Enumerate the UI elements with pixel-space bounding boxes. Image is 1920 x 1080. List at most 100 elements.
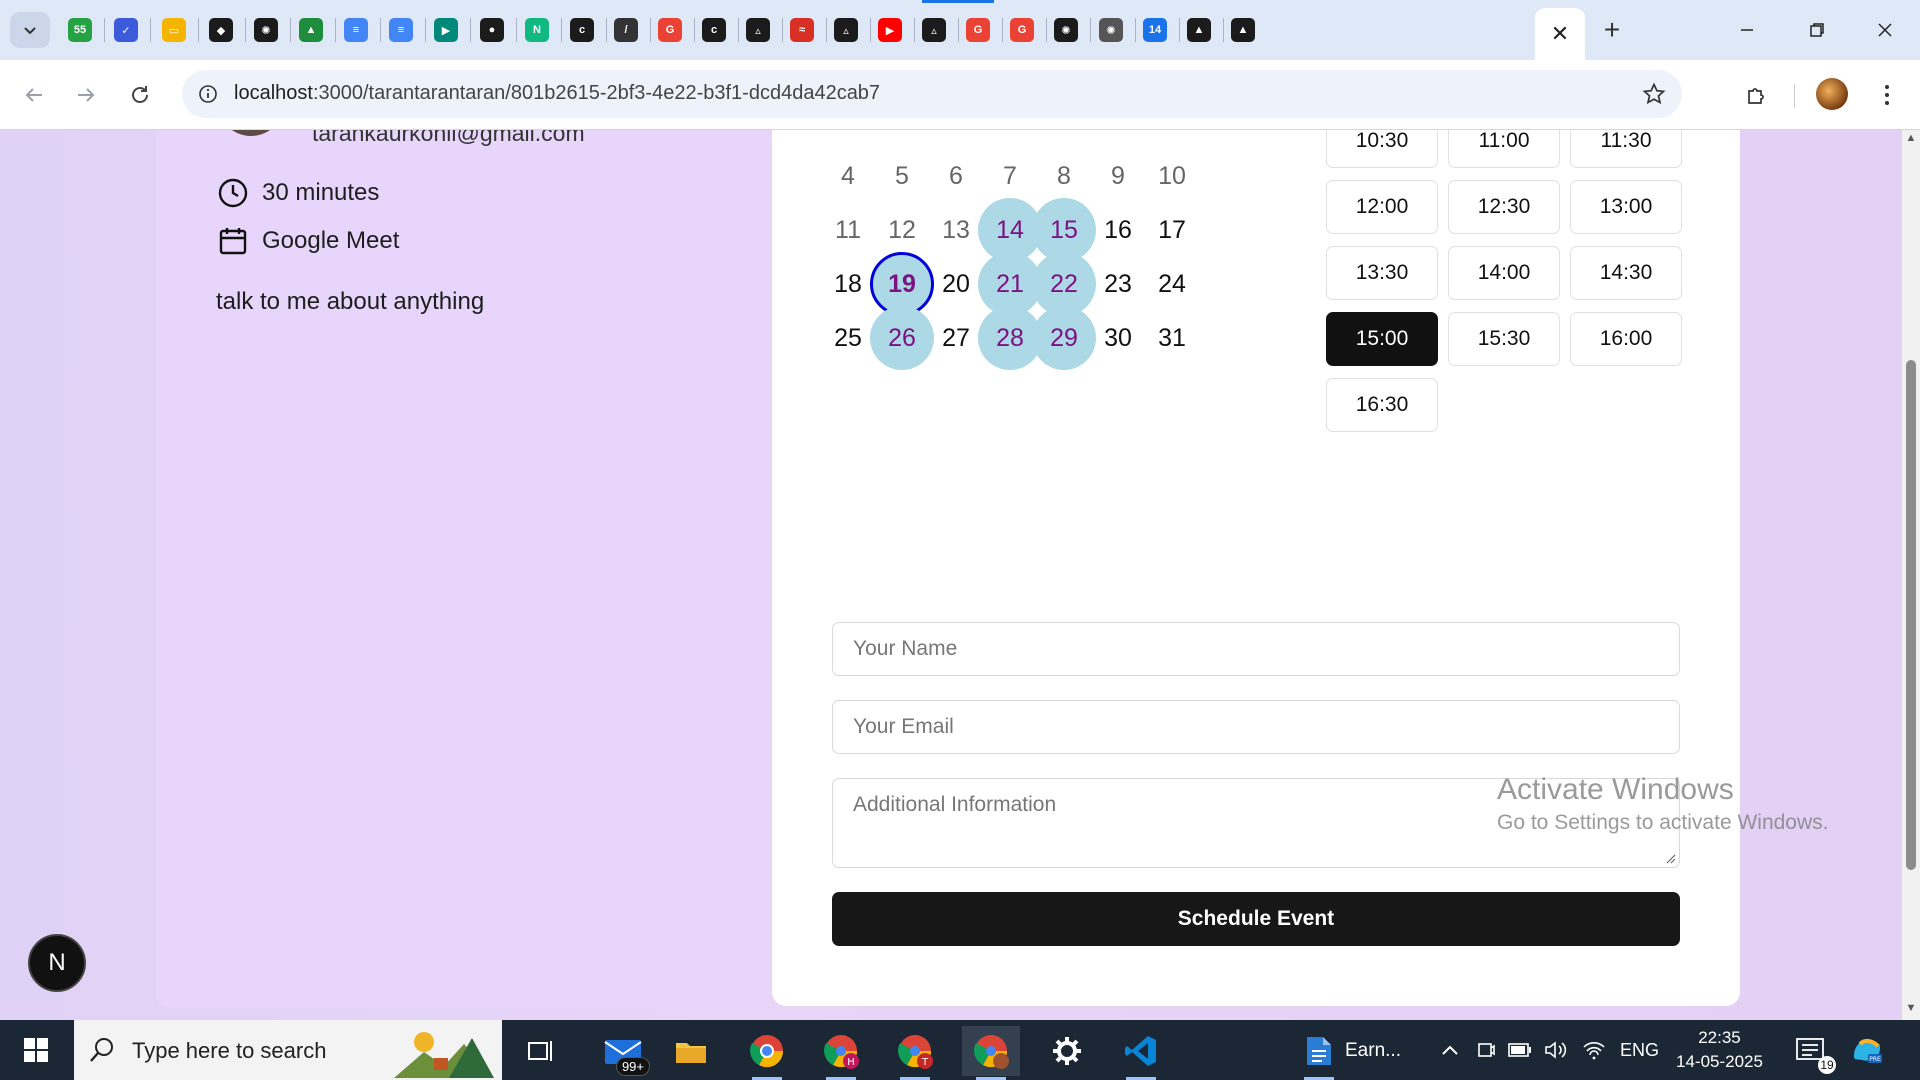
google-icon-3[interactable]: G — [1006, 14, 1038, 46]
triangle-icon-2[interactable]: ▲ — [1227, 14, 1259, 46]
calendar-icon[interactable]: 14 — [1139, 14, 1171, 46]
time-slot-1430[interactable]: 14:30 — [1570, 246, 1682, 300]
openai-icon[interactable]: ✺ — [250, 14, 282, 46]
pen-icon[interactable]: / — [610, 14, 642, 46]
url-host: localhost — [234, 82, 313, 104]
copilot-icon[interactable]: PRE — [1850, 1034, 1884, 1066]
triangle-icon[interactable]: ▲ — [1183, 14, 1215, 46]
site-info-icon[interactable] — [196, 82, 220, 106]
browser-menu-button[interactable] — [1872, 78, 1902, 112]
google-icon-2[interactable]: G — [962, 14, 994, 46]
tab-separator — [782, 18, 783, 42]
reload-button[interactable] — [120, 75, 160, 115]
back-button[interactable] — [14, 75, 54, 115]
tab-search-button[interactable] — [10, 12, 50, 48]
scroll-thumb[interactable] — [1906, 360, 1916, 870]
meet-now-icon[interactable] — [1474, 1038, 1498, 1062]
n8n-icon[interactable]: N — [521, 14, 553, 46]
input-language[interactable]: ENG — [1620, 1040, 1659, 1061]
wave-icon[interactable]: ≈ — [786, 14, 818, 46]
taskbar-vscode[interactable] — [1112, 1026, 1170, 1080]
system-clock[interactable]: 22:35 14-05-2025 — [1676, 1026, 1763, 1074]
page-viewport: tarankaurkohli@gmail.com 30 minutes Goog… — [0, 130, 1902, 1020]
start-button[interactable] — [0, 1020, 72, 1080]
restore-button[interactable] — [1790, 8, 1844, 52]
vercel-icon[interactable]: ▵ — [742, 14, 774, 46]
taskbar-search[interactable]: Type here to search — [74, 1020, 502, 1080]
time-slot-1100[interactable]: 11:00 — [1448, 130, 1560, 168]
time-slot-1030[interactable]: 10:30 — [1326, 130, 1438, 168]
close-tab-icon[interactable]: ✕ — [1551, 21, 1569, 47]
cal-icon[interactable]: c — [566, 14, 598, 46]
google-meet-icon[interactable]: ▶ — [430, 14, 462, 46]
time-slot-1130[interactable]: 11:30 — [1570, 130, 1682, 168]
extension-icon[interactable]: ✓ — [110, 14, 142, 46]
taskbar-file-explorer[interactable] — [662, 1026, 720, 1076]
tab-separator — [870, 18, 871, 42]
time-slot-1200[interactable]: 12:00 — [1326, 180, 1438, 234]
time-slot-1400[interactable]: 14:00 — [1448, 246, 1560, 300]
chatgpt-icon[interactable]: ✺ — [1095, 14, 1127, 46]
search-highlight-art-icon — [394, 1032, 494, 1078]
github-icon[interactable]: ● — [476, 14, 508, 46]
task-view-button[interactable] — [512, 1026, 570, 1076]
profile-avatar[interactable] — [1816, 78, 1848, 110]
active-tab[interactable]: ✕ — [1535, 8, 1585, 60]
google-icon[interactable]: G — [654, 14, 686, 46]
scroll-down-arrow-icon[interactable]: ▼ — [1905, 1002, 1917, 1014]
schedule-event-button[interactable]: Schedule Event — [832, 892, 1680, 946]
volume-icon[interactable] — [1544, 1038, 1568, 1062]
time-slot-1600[interactable]: 16:00 — [1570, 312, 1682, 366]
resize-handle-icon[interactable] — [1664, 852, 1676, 864]
address-bar[interactable]: localhost:3000/tarantarantaran/801b2615-… — [182, 70, 1682, 118]
time-slot-1500[interactable]: 15:00 — [1326, 312, 1438, 366]
openai-icon-2[interactable]: ✺ — [1050, 14, 1082, 46]
taskbar-settings[interactable] — [1038, 1026, 1096, 1076]
time-slot-1300[interactable]: 13:00 — [1570, 180, 1682, 234]
tab-separator — [516, 18, 517, 42]
clock-time: 22:35 — [1698, 1028, 1741, 1047]
cal-icon-2[interactable]: c — [698, 14, 730, 46]
word-document-label: Earn... — [1345, 1040, 1401, 1061]
google-drive-icon[interactable]: ▲ — [295, 14, 327, 46]
minimize-button[interactable] — [1720, 8, 1774, 52]
bookmark-star-icon[interactable] — [1640, 80, 1668, 108]
new-tab-button[interactable]: + — [1592, 12, 1632, 48]
tab-separator — [1223, 18, 1224, 42]
time-slot-1330[interactable]: 13:30 — [1326, 246, 1438, 300]
google-docs-icon-2[interactable]: ≡ — [385, 14, 417, 46]
whatsapp-icon[interactable]: 55 — [64, 14, 96, 46]
forward-button[interactable] — [66, 75, 106, 115]
google-docs-icon[interactable]: ≡ — [340, 14, 372, 46]
tab-separator — [958, 18, 959, 42]
extensions-button[interactable] — [1736, 76, 1776, 116]
vercel-icon-3[interactable]: ▵ — [918, 14, 950, 46]
time-slot-1630[interactable]: 16:30 — [1326, 378, 1438, 432]
taskbar-mail[interactable]: 99+ — [594, 1026, 652, 1076]
page-scrollbar[interactable]: ▲ ▼ — [1902, 130, 1920, 1020]
wifi-icon[interactable] — [1582, 1038, 1606, 1062]
time-slot-1530[interactable]: 15:30 — [1448, 312, 1560, 366]
nextjs-dev-indicator[interactable]: N — [28, 934, 86, 992]
taskbar-chrome-2[interactable]: H — [812, 1026, 870, 1080]
calendar-day-31[interactable]: 31 — [1140, 306, 1204, 370]
favicon-glyph: ▶ — [434, 18, 458, 42]
show-hidden-icons-chevron-icon[interactable] — [1438, 1038, 1462, 1062]
taskbar-chrome-3[interactable]: T — [886, 1026, 944, 1080]
url-text[interactable]: localhost:3000/tarantarantaran/801b2615-… — [234, 82, 880, 105]
chrome-profile-t-icon: T — [898, 1035, 933, 1069]
name-input[interactable]: Your Name — [832, 622, 1680, 676]
battery-icon[interactable] — [1508, 1038, 1532, 1062]
slides-icon[interactable]: ▭ — [158, 14, 190, 46]
time-slot-1230[interactable]: 12:30 — [1448, 180, 1560, 234]
vercel-icon-2[interactable]: ▵ — [830, 14, 862, 46]
taskbar-chrome-4-active[interactable] — [962, 1026, 1020, 1080]
scroll-up-arrow-icon[interactable]: ▲ — [1905, 132, 1917, 144]
taskbar-word-document[interactable]: Earn... — [1298, 1026, 1408, 1080]
close-window-button[interactable] — [1858, 8, 1912, 52]
taskbar-chrome-1[interactable] — [738, 1026, 796, 1080]
email-input[interactable]: Your Email — [832, 700, 1680, 754]
youtube-icon[interactable]: ▶ — [874, 14, 906, 46]
calendar-icon — [216, 224, 250, 258]
mongodb-icon[interactable]: ◆ — [205, 14, 237, 46]
